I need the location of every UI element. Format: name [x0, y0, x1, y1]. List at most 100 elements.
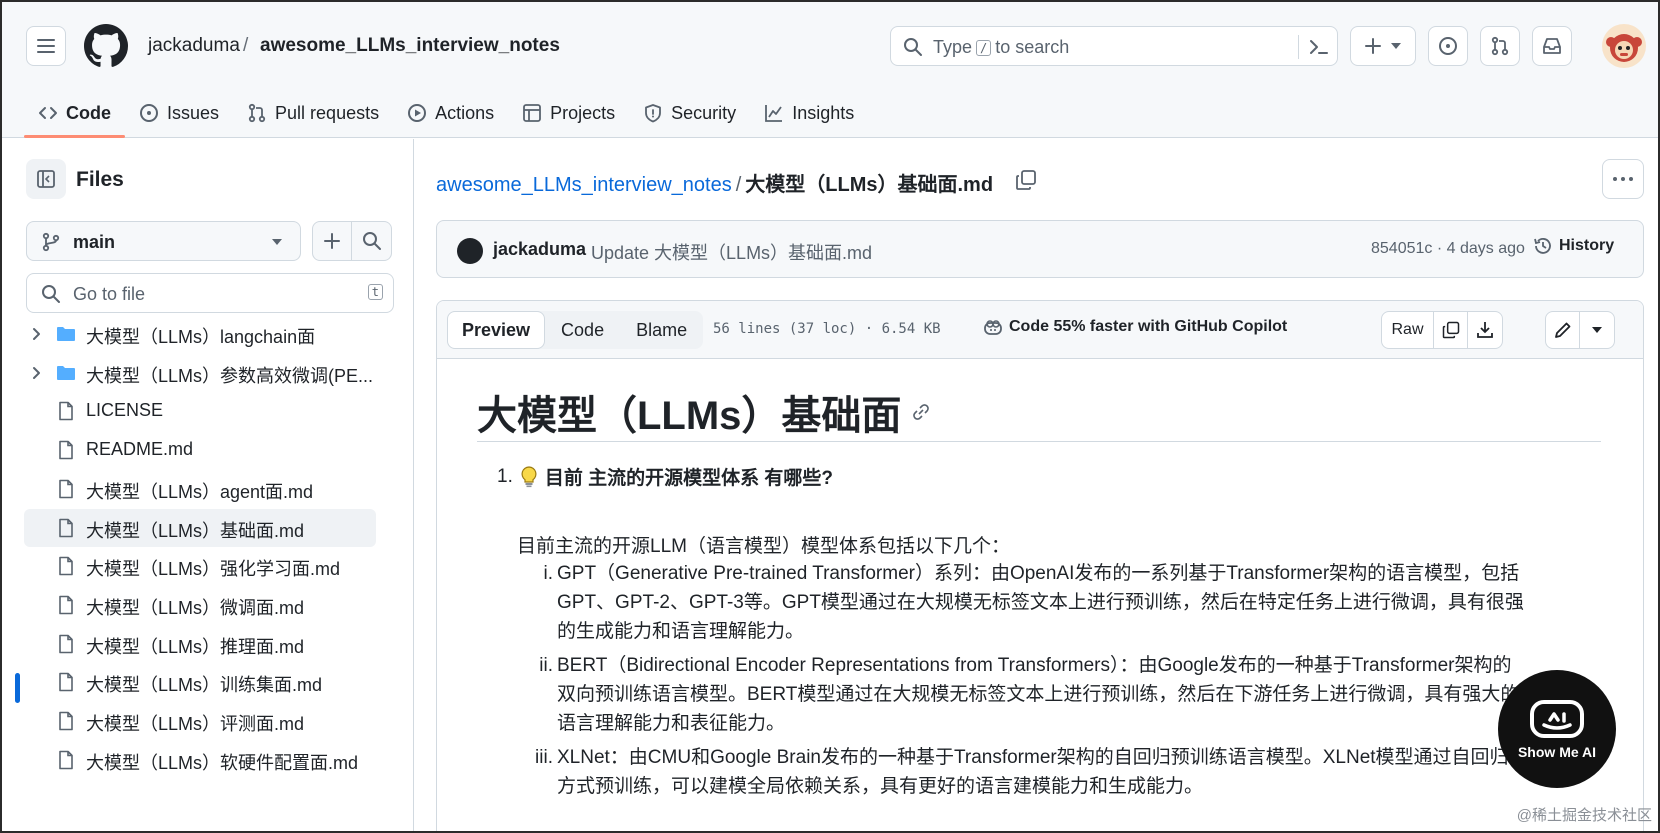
search-icon: [904, 38, 922, 56]
more-options-button[interactable]: [1602, 159, 1644, 199]
tree-item-file[interactable]: 大模型（LLMs）强化学习面.md: [24, 547, 376, 585]
watermark-text: @稀土掘金技术社区: [1516, 807, 1652, 824]
github-logo-icon[interactable]: [84, 24, 128, 68]
tree-item-label: 大模型（LLMs）基础面.md: [86, 520, 305, 541]
repo-link[interactable]: awesome_LLMs_interview_notes: [260, 35, 560, 57]
blame-tab[interactable]: Blame: [620, 311, 703, 349]
user-avatar[interactable]: [1602, 24, 1646, 68]
tree-item-folder[interactable]: 大模型（LLMs）参数高效微调(PE...: [24, 354, 376, 392]
commit-meta[interactable]: 854051c · 4 days ago: [1371, 240, 1525, 258]
anchor-link-icon[interactable]: [911, 402, 931, 422]
tab-issues[interactable]: Issues: [125, 88, 233, 138]
edit-file-button[interactable]: [1546, 312, 1580, 348]
tab-code[interactable]: Code: [24, 88, 125, 138]
folder-icon: [57, 365, 75, 380]
search-icon: [362, 232, 381, 250]
repo-header: jackaduma / awesome_LLMs_interview_notes…: [2, 2, 1658, 138]
copilot-icon: [984, 320, 1002, 335]
tree-item-label: 大模型（LLMs）强化学习面.md: [86, 559, 341, 580]
tree-item-label: 大模型（LLMs）评测面.md: [86, 714, 305, 734]
tree-item-label: 大模型（LLMs）agent面.md: [86, 481, 314, 502]
search-input[interactable]: Type / to search: [890, 26, 1338, 66]
issues-button[interactable]: [1428, 26, 1468, 66]
tree-item-label: 大模型（LLMs）训练集面.md: [86, 675, 323, 696]
owner-link[interactable]: jackaduma: [148, 35, 240, 57]
download-icon: [1477, 322, 1493, 338]
tree-item-file[interactable]: 大模型（LLMs）软硬件配置面.md: [24, 741, 376, 779]
tab-projects[interactable]: Projects: [508, 88, 629, 138]
raw-actions: Raw: [1381, 311, 1503, 349]
tree-item-label: 大模型（LLMs）微调面.md: [86, 597, 305, 618]
issue-icon: [1439, 37, 1457, 55]
shield-icon: [645, 104, 662, 123]
tree-item-label: 大模型（LLMs）langchain面: [86, 327, 316, 347]
tree-item-file[interactable]: 大模型（LLMs）基础面.md: [24, 508, 376, 547]
commit-message[interactable]: Update 大模型（LLMs）基础面.md: [591, 239, 872, 265]
tree-item-file[interactable]: 大模型（LLMs）评测面.md: [24, 702, 376, 740]
file-icon: [59, 556, 73, 576]
commit-author-avatar[interactable]: [457, 238, 483, 264]
list-item-text: XLNet：由CMU和Google Brain发布的一种基于Transforme…: [557, 747, 1509, 797]
badge-label: Show Me AI: [1517, 744, 1597, 760]
file-viewer: Preview Code Blame 56 lines (37 loc) · 6…: [436, 300, 1644, 831]
pull-request-icon: [1491, 36, 1509, 56]
latest-commit-bar: jackaduma Update 大模型（LLMs）基础面.md 854051c…: [436, 220, 1644, 278]
preview-tab[interactable]: Preview: [447, 311, 546, 349]
tree-item-file[interactable]: README.md: [24, 431, 376, 469]
list-item-text: BERT（Bidirectional Encoder Representatio…: [557, 655, 1520, 734]
tree-item-file[interactable]: 大模型（LLMs）微调面.md: [24, 586, 376, 624]
command-palette-icon[interactable]: [1305, 35, 1333, 59]
edit-actions: [1545, 311, 1615, 349]
history-icon: [1534, 238, 1551, 254]
tree-item-folder[interactable]: 大模型（LLMs）langchain面: [24, 315, 376, 353]
title-divider: [477, 441, 1601, 442]
tree-item-file[interactable]: 大模型（LLMs）agent面.md: [24, 470, 376, 508]
add-file-button[interactable]: [312, 221, 352, 261]
plus-icon: [1365, 38, 1381, 54]
inbox-button[interactable]: [1532, 26, 1572, 66]
tab-insights-label: Insights: [792, 102, 855, 123]
tree-item-label: README.md: [86, 439, 194, 460]
create-new-button[interactable]: [1350, 26, 1416, 66]
go-to-file-input[interactable]: Go to file t: [26, 273, 394, 313]
copilot-promo[interactable]: Code 55% faster with GitHub Copilot: [983, 318, 1287, 336]
history-button[interactable]: History: [1533, 236, 1614, 256]
collapse-sidebar-button[interactable]: [26, 159, 66, 199]
code-tab[interactable]: Code: [545, 311, 620, 349]
commit-author[interactable]: jackaduma: [493, 239, 586, 260]
copy-path-icon[interactable]: [1014, 168, 1038, 192]
copy-raw-button[interactable]: [1434, 312, 1468, 348]
edit-options-button[interactable]: [1580, 312, 1614, 348]
inbox-icon: [1543, 38, 1561, 54]
search-files-button[interactable]: [352, 221, 392, 261]
list-item-number: ii.: [539, 655, 553, 676]
kebab-horizontal-icon: [1613, 177, 1633, 181]
file-icon: [59, 595, 73, 615]
tab-pull-requests[interactable]: Pull requests: [233, 88, 393, 138]
breadcrumb-repo-link[interactable]: awesome_LLMs_interview_notes: [436, 174, 732, 196]
tab-issues-label: Issues: [167, 102, 220, 123]
tree-item-label: LICENSE: [86, 400, 164, 421]
plus-icon: [324, 233, 340, 249]
file-icon: [59, 518, 73, 537]
pull-requests-button[interactable]: [1480, 26, 1520, 66]
document-title-text: 大模型（LLMs）基础面: [477, 394, 902, 438]
tab-security-label: Security: [671, 102, 737, 123]
pencil-icon: [1554, 322, 1570, 338]
search-placeholder: Type / to search: [933, 37, 1069, 58]
raw-button[interactable]: Raw: [1382, 312, 1434, 348]
tab-actions[interactable]: Actions: [393, 88, 508, 138]
tree-item-file[interactable]: LICENSE: [24, 392, 376, 430]
question-number: 1.: [497, 465, 513, 487]
search-divider: [1298, 35, 1299, 59]
avatar-icon: [1606, 34, 1642, 62]
list-item-text: GPT（Generative Pre-trained Transformer）系…: [557, 563, 1524, 642]
menu-button[interactable]: [26, 26, 66, 66]
search-suffix: to search: [995, 37, 1070, 57]
tab-insights[interactable]: Insights: [750, 88, 868, 138]
tab-security[interactable]: Security: [629, 88, 750, 138]
branch-selector[interactable]: main: [26, 221, 301, 261]
tree-item-file[interactable]: 大模型（LLMs）推理面.md: [24, 625, 376, 663]
tree-item-file[interactable]: 大模型（LLMs）训练集面.md: [24, 663, 376, 701]
download-button[interactable]: [1468, 312, 1502, 348]
